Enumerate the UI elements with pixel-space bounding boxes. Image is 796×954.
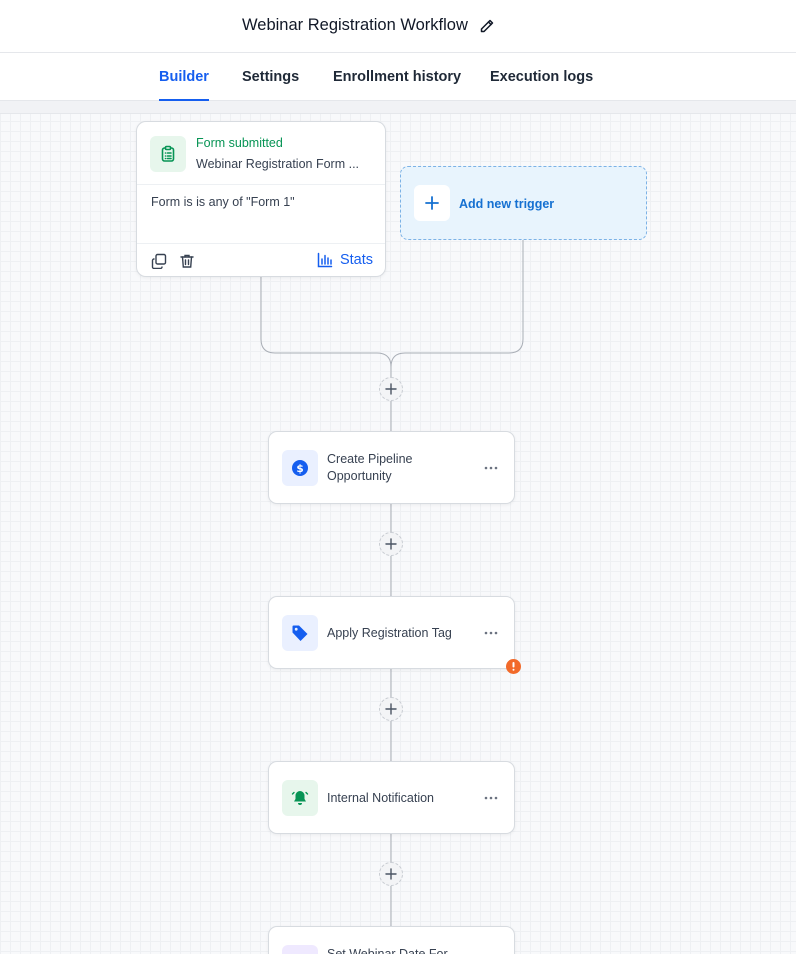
action-label-line: Create Pipeline: [327, 452, 413, 466]
more-options-icon[interactable]: [482, 790, 500, 806]
bar-chart-icon: [317, 252, 333, 268]
copy-icon[interactable]: [151, 253, 167, 270]
tab-execution-logs[interactable]: Execution logs: [490, 69, 593, 101]
action-card-internal-notification[interactable]: Internal Notification: [268, 761, 515, 834]
bell-icon: [282, 780, 318, 816]
calendar-icon: [282, 945, 318, 954]
action-card-apply-registration-tag[interactable]: Apply Registration Tag: [268, 596, 515, 669]
plus-icon: [414, 185, 450, 221]
trigger-condition: Form is is any of "Form 1": [151, 195, 295, 209]
svg-text:$: $: [296, 463, 303, 475]
add-step-button[interactable]: [379, 377, 403, 401]
add-step-button[interactable]: [379, 697, 403, 721]
tab-enrollment-history[interactable]: Enrollment history: [333, 69, 461, 101]
action-label-line: Opportunity: [327, 469, 392, 483]
trigger-header: Form submitted Webinar Registration Form…: [137, 122, 385, 185]
workflow-title: Webinar Registration Workflow: [242, 16, 468, 34]
add-step-button[interactable]: [379, 532, 403, 556]
trigger-name: Webinar Registration Form ...: [196, 157, 360, 171]
plus-icon: [385, 868, 397, 880]
plus-icon: [385, 383, 397, 395]
dollar-circle-icon: $: [282, 450, 318, 486]
title-wrap: Webinar Registration Workflow: [242, 16, 496, 35]
clipboard-list-icon: [150, 136, 186, 172]
add-trigger-button[interactable]: Add new trigger: [400, 166, 647, 240]
action-label: Apply Registration Tag: [327, 626, 452, 640]
tab-bar: Builder Settings Enrollment history Exec…: [0, 53, 796, 101]
tab-settings[interactable]: Settings: [242, 69, 299, 101]
add-step-button[interactable]: [379, 862, 403, 886]
pencil-icon[interactable]: [478, 17, 496, 35]
tab-builder[interactable]: Builder: [159, 69, 209, 101]
action-label: Internal Notification: [327, 791, 435, 805]
more-options-icon[interactable]: [482, 625, 500, 641]
workflow-canvas[interactable]: Form submitted Webinar Registration Form…: [0, 101, 796, 954]
add-trigger-label: Add new trigger: [459, 197, 555, 211]
trigger-type: Form submitted: [196, 136, 283, 150]
stats-label: Stats: [339, 252, 373, 268]
tag-icon: [282, 615, 318, 651]
action-card-set-webinar-date[interactable]: Set Webinar Date For...: [268, 926, 515, 954]
trigger-footer: Stats: [137, 243, 385, 277]
action-label: Create Pipeline Opportunity: [327, 451, 412, 485]
trigger-card[interactable]: Form submitted Webinar Registration Form…: [136, 121, 386, 277]
plus-icon: [385, 703, 397, 715]
plus-icon: [385, 538, 397, 550]
action-label: Set Webinar Date For...: [327, 947, 458, 954]
more-options-icon[interactable]: [482, 460, 500, 476]
trash-icon[interactable]: [179, 253, 195, 269]
action-card-create-pipeline-opportunity[interactable]: $ Create Pipeline Opportunity: [268, 431, 515, 504]
warning-icon[interactable]: [506, 659, 521, 674]
stats-button[interactable]: Stats: [317, 252, 373, 268]
top-bar: Webinar Registration Workflow: [0, 0, 796, 53]
